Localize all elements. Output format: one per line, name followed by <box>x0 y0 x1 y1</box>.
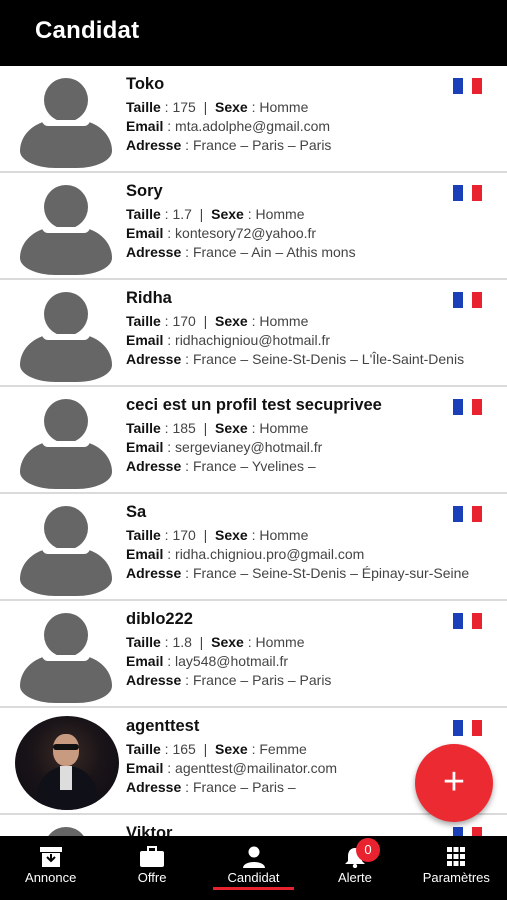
nav-label: Paramètres <box>422 870 490 885</box>
candidate-email: Email : kontesory72@yahoo.fr <box>126 225 317 241</box>
candidate-address: Adresse : France – Paris – Paris <box>126 672 332 688</box>
candidate-name: Ridha <box>126 289 172 307</box>
avatar <box>18 825 114 836</box>
candidate-name: diblo222 <box>126 610 193 628</box>
candidate-name: agenttest <box>126 717 200 735</box>
france-flag-icon <box>453 399 483 415</box>
france-flag-icon <box>453 720 483 736</box>
grid-icon <box>447 847 466 866</box>
candidate-height-sex: Taille : 1.7 | Sexe : Homme <box>126 206 305 222</box>
bottom-navigation: Annonce Offre Candidat Alerte Paramètres <box>0 836 507 900</box>
avatar <box>18 397 114 489</box>
france-flag-icon <box>453 613 483 629</box>
candidate-name: ceci est un profil test secuprivee <box>126 396 382 414</box>
candidate-card[interactable]: Sory Taille : 1.7 | Sexe : Homme Email :… <box>0 173 507 280</box>
candidate-address: Adresse : France – Yvelines – <box>126 458 316 474</box>
candidate-email: Email : mta.adolphe@gmail.com <box>126 118 331 134</box>
add-candidate-button[interactable]: + <box>415 744 493 822</box>
avatar <box>18 611 114 703</box>
candidate-address: Adresse : France – Seine-St-Denis – L'Îl… <box>126 351 465 367</box>
candidate-address: Adresse : France – Ain – Athis mons <box>126 244 356 260</box>
candidate-card[interactable]: Viktor <box>0 815 507 836</box>
candidate-card[interactable]: Toko Taille : 175 | Sexe : Homme Email :… <box>0 66 507 173</box>
candidate-name: Sa <box>126 503 147 521</box>
candidate-email: Email : sergevianey@hotmail.fr <box>126 439 323 455</box>
nav-candidat[interactable]: Candidat <box>203 836 304 900</box>
nav-label: Annonce <box>25 870 77 885</box>
candidate-name: Sory <box>126 182 163 200</box>
avatar <box>18 76 114 168</box>
nav-label: Candidat <box>227 870 280 885</box>
candidate-card[interactable]: ceci est un profil test secuprivee Taill… <box>0 387 507 494</box>
candidate-list[interactable]: Toko Taille : 175 | Sexe : Homme Email :… <box>0 66 507 836</box>
avatar <box>18 183 114 275</box>
candidate-name: Viktor <box>126 824 173 836</box>
candidate-name: Toko <box>126 75 165 93</box>
alert-count-badge: 0 <box>356 838 380 862</box>
candidate-height-sex: Taille : 175 | Sexe : Homme <box>126 99 309 115</box>
avatar <box>18 290 114 382</box>
nav-parametres[interactable]: Paramètres <box>406 836 507 900</box>
france-flag-icon <box>453 506 483 522</box>
candidate-address: Adresse : France – Seine-St-Denis – Épin… <box>126 565 470 581</box>
candidate-email: Email : ridhachigniou@hotmail.fr <box>126 332 331 348</box>
avatar-photo <box>15 716 119 810</box>
candidate-email: Email : ridha.chigniou.pro@gmail.com <box>126 546 365 562</box>
candidate-card[interactable]: diblo222 Taille : 1.8 | Sexe : Homme Ema… <box>0 601 507 708</box>
france-flag-icon <box>453 827 483 836</box>
person-icon <box>242 846 265 868</box>
nav-annonce[interactable]: Annonce <box>0 836 101 900</box>
candidate-height-sex: Taille : 1.8 | Sexe : Homme <box>126 634 305 650</box>
nav-label: Offre <box>137 870 167 885</box>
france-flag-icon <box>453 185 483 201</box>
app-header: Candidat <box>0 0 507 66</box>
candidate-height-sex: Taille : 170 | Sexe : Homme <box>126 527 309 543</box>
candidate-height-sex: Taille : 170 | Sexe : Homme <box>126 313 309 329</box>
nav-offre[interactable]: Offre <box>101 836 202 900</box>
page-title: Candidat <box>35 17 140 44</box>
candidate-email: Email : lay548@hotmail.fr <box>126 653 289 669</box>
nav-label: Alerte <box>337 870 372 885</box>
candidate-address: Adresse : France – Paris – Paris <box>126 137 332 153</box>
candidate-card[interactable]: Sa Taille : 170 | Sexe : Homme Email : r… <box>0 494 507 601</box>
candidate-height-sex: Taille : 185 | Sexe : Homme <box>126 420 309 436</box>
archive-icon <box>39 847 62 867</box>
avatar <box>18 504 114 596</box>
france-flag-icon <box>453 292 483 308</box>
france-flag-icon <box>453 78 483 94</box>
candidate-card[interactable]: Ridha Taille : 170 | Sexe : Homme Email … <box>0 280 507 387</box>
nav-alerte[interactable]: Alerte <box>304 836 405 900</box>
briefcase-icon <box>140 846 165 867</box>
